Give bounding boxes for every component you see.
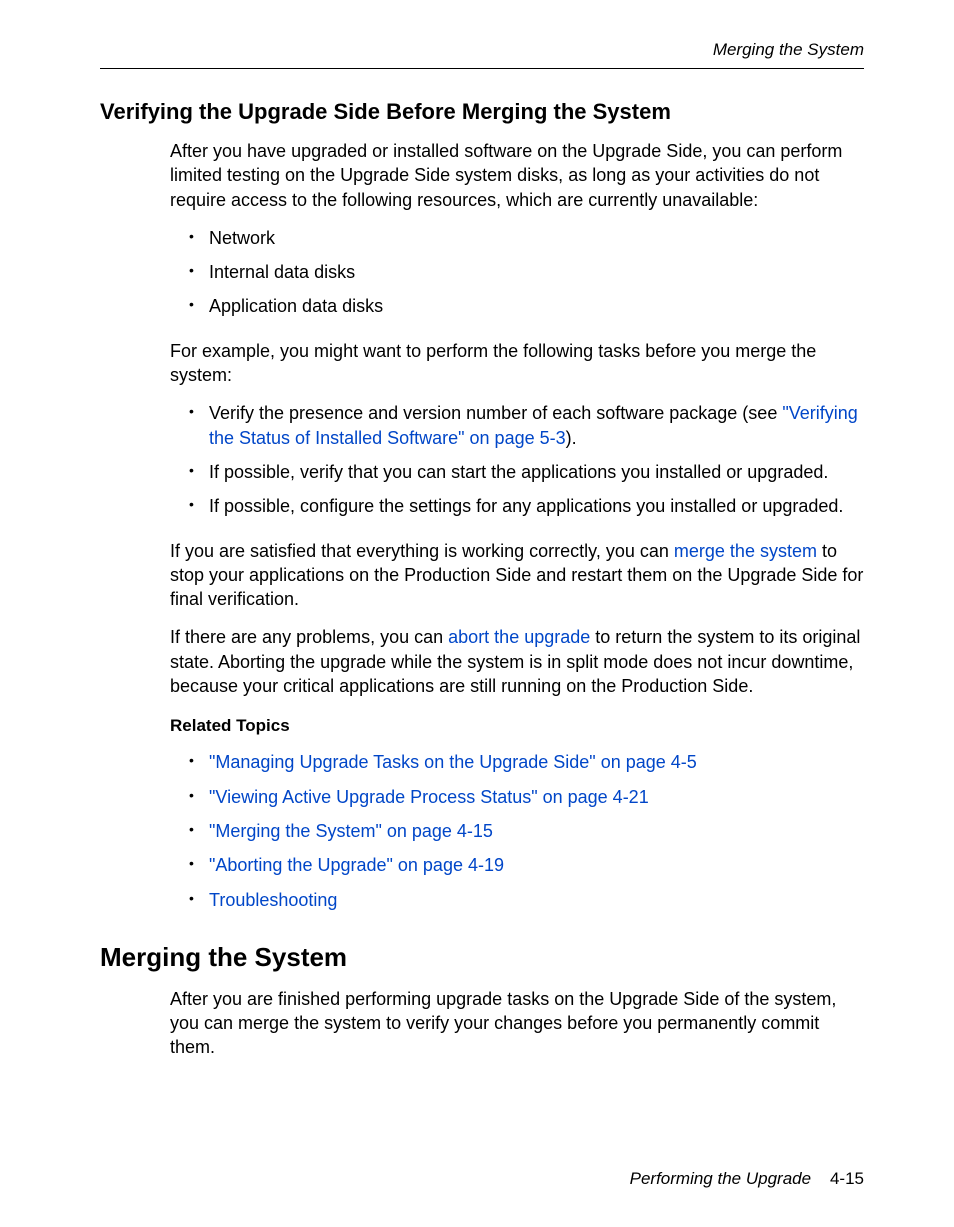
resource-list: Network Internal data disks Application … — [185, 226, 864, 319]
text: ). — [566, 428, 577, 448]
section-heading-verifying: Verifying the Upgrade Side Before Mergin… — [100, 99, 864, 125]
cross-ref-link[interactable]: merge the system — [674, 541, 817, 561]
paragraph: After you are finished performing upgrad… — [170, 987, 864, 1060]
list-item: Application data disks — [185, 294, 864, 318]
list-item: "Aborting the Upgrade" on page 4-19 — [185, 853, 864, 877]
list-item: If possible, verify that you can start t… — [185, 460, 864, 484]
cross-ref-link[interactable]: "Merging the System" on page 4-15 — [209, 821, 493, 841]
related-topics-heading: Related Topics — [170, 716, 864, 736]
footer-chapter-title: Performing the Upgrade — [630, 1169, 811, 1188]
list-item: Network — [185, 226, 864, 250]
cross-ref-link[interactable]: "Viewing Active Upgrade Process Status" … — [209, 787, 649, 807]
header-rule — [100, 68, 864, 69]
footer-page-number: 4-15 — [830, 1169, 864, 1188]
list-item: If possible, configure the settings for … — [185, 494, 864, 518]
related-topics-list: "Managing Upgrade Tasks on the Upgrade S… — [185, 750, 864, 911]
cross-ref-link[interactable]: Troubleshooting — [209, 890, 337, 910]
paragraph: For example, you might want to perform t… — [170, 339, 864, 388]
text: If there are any problems, you can — [170, 627, 448, 647]
paragraph: If you are satisfied that everything is … — [170, 539, 864, 612]
running-header: Merging the System — [100, 40, 864, 60]
tasks-list: Verify the presence and version number o… — [185, 401, 864, 518]
section-heading-merging: Merging the System — [100, 942, 864, 973]
cross-ref-link[interactable]: abort the upgrade — [448, 627, 590, 647]
text: Verify the presence and version number o… — [209, 403, 782, 423]
text: If you are satisfied that everything is … — [170, 541, 674, 561]
page-footer: Performing the Upgrade 4-15 — [630, 1169, 864, 1189]
list-item: Troubleshooting — [185, 888, 864, 912]
paragraph: If there are any problems, you can abort… — [170, 625, 864, 698]
list-item: "Merging the System" on page 4-15 — [185, 819, 864, 843]
list-item: Internal data disks — [185, 260, 864, 284]
cross-ref-link[interactable]: "Managing Upgrade Tasks on the Upgrade S… — [209, 752, 697, 772]
cross-ref-link[interactable]: "Aborting the Upgrade" on page 4-19 — [209, 855, 504, 875]
paragraph: After you have upgraded or installed sof… — [170, 139, 864, 212]
list-item: "Viewing Active Upgrade Process Status" … — [185, 785, 864, 809]
list-item: "Managing Upgrade Tasks on the Upgrade S… — [185, 750, 864, 774]
list-item: Verify the presence and version number o… — [185, 401, 864, 450]
